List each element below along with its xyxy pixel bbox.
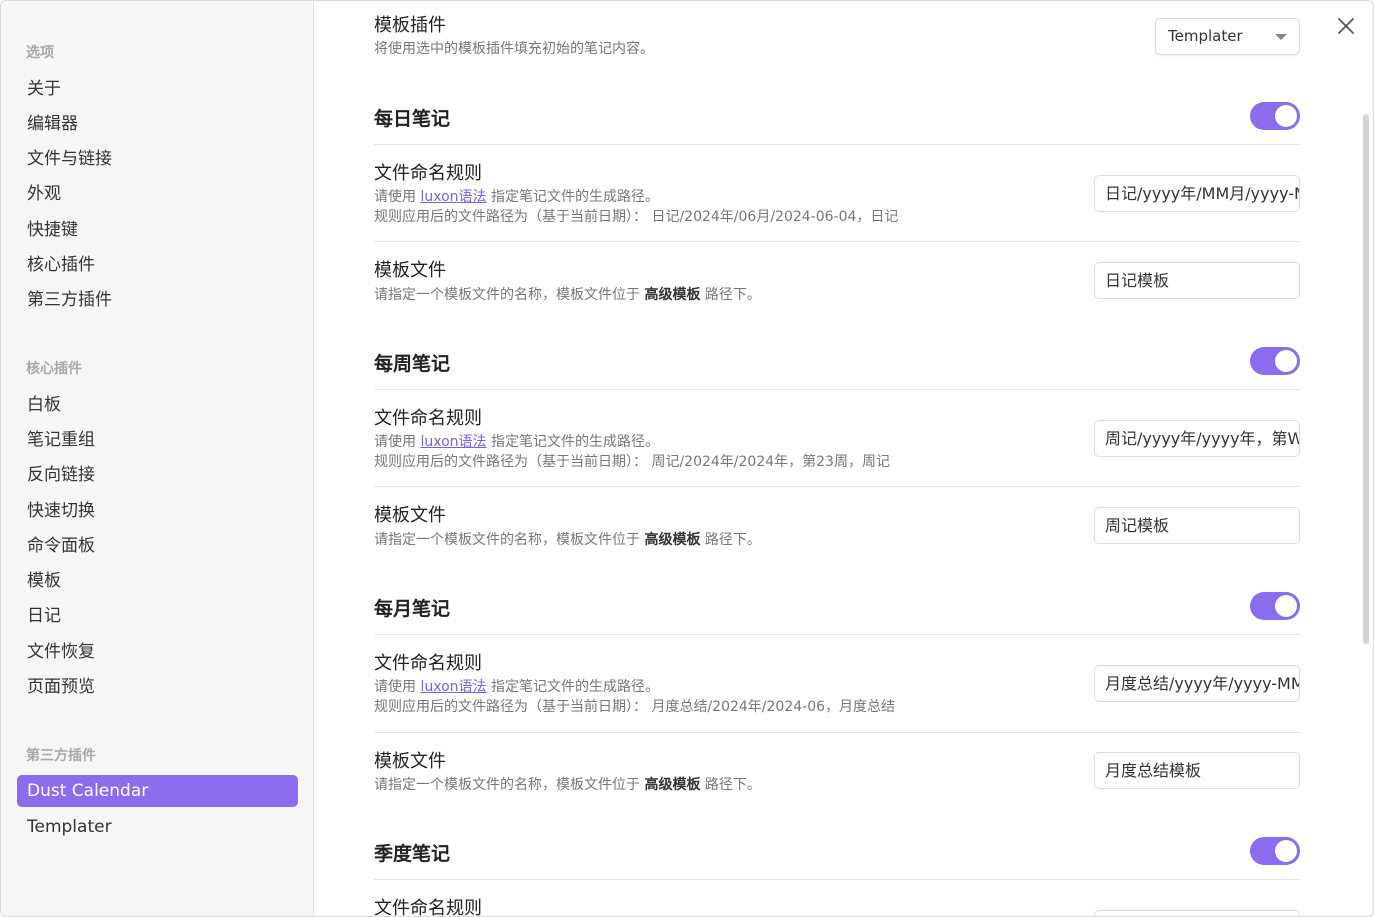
daily-template-desc: 请指定一个模板文件的名称，模板文件位于 高级模板 路径下。 — [374, 285, 761, 305]
daily-template-title: 模板文件 — [374, 260, 446, 281]
sidebar-item-files-links[interactable]: 文件与链接 — [17, 143, 298, 175]
sidebar-item-canvas[interactable]: 白板 — [17, 389, 298, 421]
weekly-template-title: 模板文件 — [374, 505, 446, 526]
daily-notes-title: 每日笔记 — [374, 108, 451, 130]
desc-text: 指定笔记文件的生成路径。 — [490, 434, 659, 450]
weekly-naming-input[interactable]: 周记/yyyy年/yyyy年，第W周，周记 — [1094, 420, 1300, 457]
desc-text: 路径下。 — [704, 777, 761, 793]
monthly-naming-input[interactable]: 月度总结/yyyy年/yyyy-MM，月度总结 — [1094, 665, 1300, 702]
weekly-naming-desc: 请使用 luxon语法 指定笔记文件的生成路径。 — [374, 432, 659, 452]
sidebar-item-editor[interactable]: 编辑器 — [17, 108, 298, 140]
sidebar-item-hotkeys[interactable]: 快捷键 — [17, 214, 298, 246]
quarterly-notes-title: 季度笔记 — [374, 843, 451, 865]
daily-template-input[interactable]: 日记模板 — [1094, 262, 1300, 299]
desc-text: 指定笔记文件的生成路径。 — [490, 189, 659, 205]
monthly-template-title: 模板文件 — [374, 751, 446, 772]
desc-text: 请指定一个模板文件的名称，模板文件位于 — [374, 777, 640, 793]
sidebar-item-quick-switcher[interactable]: 快速切换 — [17, 495, 298, 527]
settings-sidebar: 选项 关于 编辑器 文件与链接 外观 快捷键 核心插件 第三方插件 核心插件 白… — [1, 1, 314, 916]
toggle-knob — [1275, 595, 1297, 617]
sidebar-item-templater[interactable]: Templater — [17, 811, 298, 843]
sidebar-item-note-composer[interactable]: 笔记重组 — [17, 424, 298, 456]
template-folder-name: 高级模板 — [644, 532, 701, 548]
sidebar-heading-core-plugins: 核心插件 — [26, 361, 82, 377]
sidebar-heading-options: 选项 — [26, 45, 54, 61]
desc-text: 请指定一个模板文件的名称，模板文件位于 — [374, 287, 640, 303]
divider — [374, 732, 1300, 733]
monthly-template-desc: 请指定一个模板文件的名称，模板文件位于 高级模板 路径下。 — [374, 775, 761, 795]
template-folder-name: 高级模板 — [644, 777, 701, 793]
monthly-notes-toggle[interactable] — [1250, 592, 1300, 620]
monthly-notes-title: 每月笔记 — [374, 598, 451, 620]
settings-modal: 选项 关于 编辑器 文件与链接 外观 快捷键 核心插件 第三方插件 核心插件 白… — [0, 0, 1374, 917]
monthly-naming-desc: 请使用 luxon语法 指定笔记文件的生成路径。 — [374, 677, 659, 697]
template-plugin-desc: 将使用选中的模板插件填充初始的笔记内容。 — [374, 41, 654, 57]
sidebar-item-community-plugins[interactable]: 第三方插件 — [17, 284, 298, 316]
daily-naming-title: 文件命名规则 — [374, 163, 482, 184]
divider — [374, 486, 1300, 487]
daily-naming-desc: 请使用 luxon语法 指定笔记文件的生成路径。 — [374, 187, 659, 207]
scrollbar[interactable] — [1363, 114, 1369, 644]
weekly-notes-toggle[interactable] — [1250, 347, 1300, 375]
sidebar-item-templates[interactable]: 模板 — [17, 565, 298, 597]
divider — [374, 389, 1300, 390]
weekly-template-desc: 请指定一个模板文件的名称，模板文件位于 高级模板 路径下。 — [374, 530, 761, 550]
sidebar-item-file-recovery[interactable]: 文件恢复 — [17, 636, 298, 668]
desc-text: 请指定一个模板文件的名称，模板文件位于 — [374, 532, 640, 548]
weekly-naming-title: 文件命名规则 — [374, 408, 482, 429]
close-icon[interactable] — [1334, 14, 1358, 38]
sidebar-item-core-plugins[interactable]: 核心插件 — [17, 249, 298, 281]
toggle-knob — [1275, 350, 1297, 372]
luxon-link[interactable]: luxon语法 — [420, 434, 486, 450]
quarterly-naming-input[interactable] — [1094, 910, 1300, 916]
quarterly-notes-toggle[interactable] — [1250, 837, 1300, 865]
desc-text: 路径下。 — [704, 287, 761, 303]
desc-text: 路径下。 — [704, 532, 761, 548]
toggle-knob — [1275, 105, 1297, 127]
divider — [374, 634, 1300, 635]
divider — [374, 879, 1300, 880]
monthly-template-input[interactable]: 月度总结模板 — [1094, 752, 1300, 789]
monthly-naming-title: 文件命名规则 — [374, 653, 482, 674]
toggle-knob — [1275, 840, 1297, 862]
sidebar-item-page-preview[interactable]: 页面预览 — [17, 671, 298, 703]
desc-text: 指定笔记文件的生成路径。 — [490, 679, 659, 695]
desc-text: 请使用 — [374, 189, 416, 205]
sidebar-item-appearance[interactable]: 外观 — [17, 178, 298, 210]
daily-notes-toggle[interactable] — [1250, 102, 1300, 130]
weekly-naming-preview: 规则应用后的文件路径为（基于当前日期）： 周记/2024年/2024年，第23周… — [374, 454, 890, 470]
chevron-down-icon — [1275, 34, 1287, 40]
sidebar-item-about[interactable]: 关于 — [17, 73, 298, 105]
luxon-link[interactable]: luxon语法 — [420, 189, 486, 205]
weekly-notes-title: 每周笔记 — [374, 353, 451, 375]
sidebar-heading-community-plugins: 第三方插件 — [26, 748, 96, 764]
desc-text: 请使用 — [374, 679, 416, 695]
template-plugin-value: Templater — [1168, 27, 1243, 45]
sidebar-item-dust-calendar[interactable]: Dust Calendar — [17, 775, 298, 807]
luxon-link[interactable]: luxon语法 — [420, 679, 486, 695]
sidebar-item-backlinks[interactable]: 反向链接 — [17, 459, 298, 491]
monthly-naming-preview: 规则应用后的文件路径为（基于当前日期）： 月度总结/2024年/2024-06，… — [374, 699, 896, 715]
desc-text: 请使用 — [374, 434, 416, 450]
sidebar-item-daily-notes[interactable]: 日记 — [17, 600, 298, 632]
divider — [374, 144, 1300, 145]
template-folder-name: 高级模板 — [644, 287, 701, 303]
divider — [374, 241, 1300, 242]
sidebar-item-command-palette[interactable]: 命令面板 — [17, 530, 298, 562]
daily-naming-preview: 规则应用后的文件路径为（基于当前日期）： 日记/2024年/06月/2024-0… — [374, 209, 899, 225]
settings-content: 模板插件 将使用选中的模板插件填充初始的笔记内容。 Templater 每日笔记… — [314, 1, 1373, 917]
template-plugin-select[interactable]: Templater — [1155, 18, 1300, 55]
daily-naming-input[interactable]: 日记/yyyy年/MM月/yyyy-MM-dd，日记 — [1094, 175, 1300, 212]
weekly-template-input[interactable]: 周记模板 — [1094, 507, 1300, 544]
template-plugin-title: 模板插件 — [374, 15, 446, 36]
quarterly-naming-title: 文件命名规则 — [374, 898, 482, 917]
